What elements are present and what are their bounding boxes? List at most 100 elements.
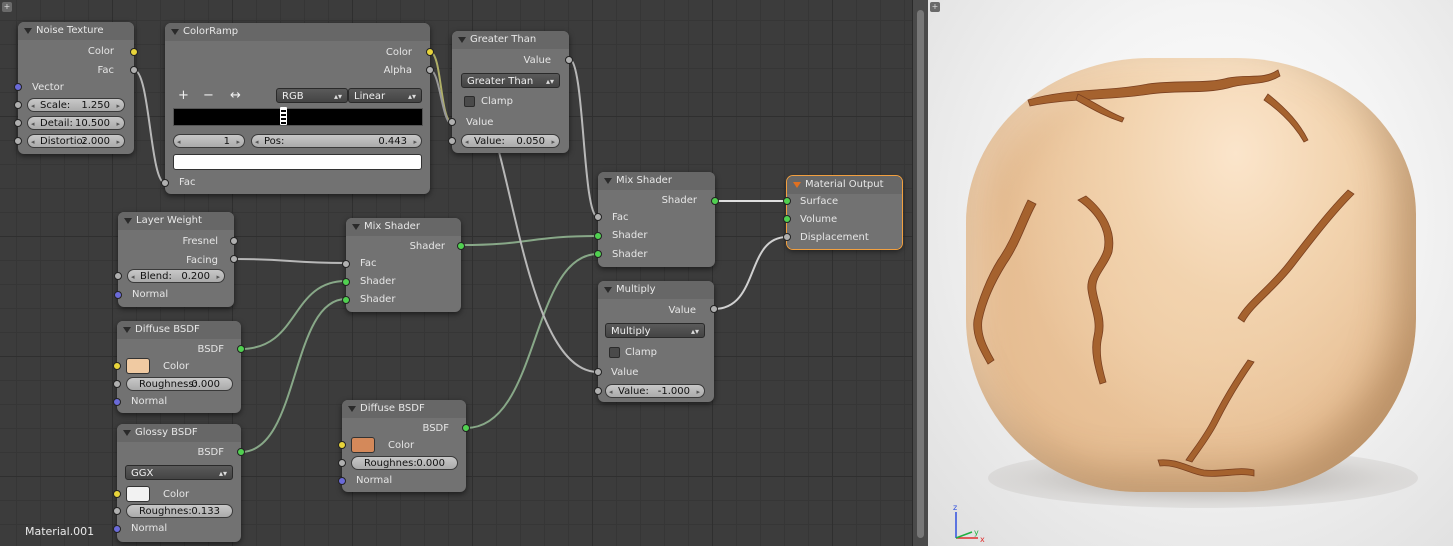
add-stop-icon[interactable]: +: [178, 89, 189, 102]
stop-color-swatch[interactable]: [173, 154, 422, 170]
distortion-socket[interactable]: [14, 137, 22, 145]
collapse-triangle-icon[interactable]: [171, 29, 179, 35]
input-value-socket[interactable]: [594, 368, 602, 376]
detail-field[interactable]: ◂ Detail: 10.500 ▸: [27, 116, 125, 130]
node-editor[interactable]: Noise Texture Color Fac Vector ◂ Scale: 1.…: [0, 0, 912, 546]
roughness-field[interactable]: Roughnes: 0.133: [126, 504, 233, 518]
collapse-triangle-icon[interactable]: [24, 28, 32, 34]
output-fac-socket[interactable]: [130, 66, 138, 74]
input-fac-socket[interactable]: [161, 179, 169, 187]
area-split-corner-icon[interactable]: +: [2, 2, 12, 12]
roughness-field[interactable]: Roughnes: 0.000: [351, 456, 458, 470]
input-fac-socket[interactable]: [594, 213, 602, 221]
node-multiply[interactable]: Multiply Value Multiply ▴▾ Clamp Value ◂ V…: [594, 281, 718, 402]
input-fac-socket[interactable]: [342, 260, 350, 268]
collapse-triangle-icon[interactable]: [348, 406, 356, 412]
input-value-socket[interactable]: [448, 118, 456, 126]
node-color-ramp[interactable]: ColorRamp Color Alpha + − ↔ RGB ▴▾ Linear…: [161, 23, 434, 194]
scale-socket[interactable]: [14, 101, 22, 109]
scrollbar-thumb[interactable]: [917, 10, 924, 538]
node-noise-texture[interactable]: Noise Texture Color Fac Vector ◂ Scale: 1.…: [14, 22, 138, 154]
roughness-socket[interactable]: [338, 459, 346, 467]
math-operation-select[interactable]: Greater Than ▴▾: [461, 73, 560, 88]
output-facing-socket[interactable]: [230, 255, 238, 263]
roughness-field[interactable]: Roughness: 0.000: [126, 377, 233, 391]
render-viewport[interactable]: + z y x: [928, 0, 1453, 546]
distortion-field[interactable]: ◂ Distortio: 2.000 ▸: [27, 134, 125, 148]
roughness-socket[interactable]: [113, 507, 121, 515]
blend-socket[interactable]: [114, 272, 122, 280]
remove-stop-icon[interactable]: −: [203, 89, 214, 102]
input-normal-socket[interactable]: [113, 525, 121, 533]
node-diffuse-bsdf-1[interactable]: Diffuse BSDF BSDF Color Roughness: 0.000 …: [113, 321, 245, 413]
node-diffuse-bsdf-2[interactable]: Diffuse BSDF BSDF Color Roughnes: 0.000 N…: [338, 400, 470, 492]
input-volume-socket[interactable]: [783, 215, 791, 223]
input-color-socket[interactable]: [113, 490, 121, 498]
color-ramp-gradient[interactable]: [173, 108, 423, 126]
output-value-socket[interactable]: [565, 56, 573, 64]
interpolation-select[interactable]: Linear ▴▾: [348, 88, 422, 103]
input-displacement-socket[interactable]: [783, 233, 791, 241]
input-shader-a-socket[interactable]: [342, 278, 350, 286]
value-socket[interactable]: [448, 137, 456, 145]
value-socket[interactable]: [594, 387, 602, 395]
node-greater-than[interactable]: Greater Than Value Greater Than ▴▾ Clamp …: [448, 31, 573, 153]
node-mix-shader-1[interactable]: Mix Shader Shader Fac Shader Shader: [342, 218, 465, 312]
color-swatch[interactable]: [351, 437, 375, 453]
input-shader-b-socket[interactable]: [342, 296, 350, 304]
input-vector-socket[interactable]: [14, 83, 22, 91]
node-material-output[interactable]: Material Output Surface Volume Displacem…: [783, 175, 903, 250]
output-alpha-socket[interactable]: [426, 66, 434, 74]
node-glossy-bsdf[interactable]: Glossy BSDF BSDF GGX ▴▾ Color Roughnes: 0.…: [113, 424, 245, 542]
color-ramp-stop-handle[interactable]: [280, 107, 287, 125]
value-field[interactable]: ◂ Value: -1.000 ▸: [605, 384, 705, 398]
output-shader-socket[interactable]: [711, 197, 719, 205]
input-normal-socket[interactable]: [113, 398, 121, 406]
color-swatch[interactable]: [126, 358, 150, 374]
input-color-socket[interactable]: [338, 441, 346, 449]
output-bsdf-socket[interactable]: [237, 448, 245, 456]
output-bsdf-socket[interactable]: [462, 424, 470, 432]
math-operation-select[interactable]: Multiply ▴▾: [605, 323, 705, 338]
input-normal-socket[interactable]: [338, 477, 346, 485]
collapse-triangle-icon[interactable]: [123, 327, 131, 333]
color-swatch[interactable]: [126, 486, 150, 502]
output-color-socket[interactable]: [426, 48, 434, 56]
value-field[interactable]: ◂ Value: 0.050 ▸: [461, 134, 560, 148]
input-shader-a-socket[interactable]: [594, 232, 602, 240]
clamp-checkbox[interactable]: [609, 347, 620, 358]
collapse-triangle-icon[interactable]: [124, 218, 132, 224]
color-mode-select[interactable]: RGB ▴▾: [276, 88, 348, 103]
stop-index-field[interactable]: ◂ 1 ▸: [173, 134, 245, 148]
node-title: Mix Shader: [364, 221, 420, 232]
input-shader-b-socket[interactable]: [594, 250, 602, 258]
input-surface-label: Surface: [800, 196, 839, 207]
output-shader-socket[interactable]: [457, 242, 465, 250]
detail-socket[interactable]: [14, 119, 22, 127]
scale-field[interactable]: ◂ Scale: 1.250 ▸: [27, 98, 125, 112]
collapse-triangle-icon[interactable]: [352, 224, 360, 230]
output-value-socket[interactable]: [710, 305, 718, 313]
node-mix-shader-2[interactable]: Mix Shader Shader Fac Shader Shader: [594, 172, 719, 267]
editor-scrollbar[interactable]: [912, 0, 928, 546]
input-normal-socket[interactable]: [114, 291, 122, 299]
collapse-triangle-icon[interactable]: [123, 430, 131, 436]
node-layer-weight[interactable]: Layer Weight Fresnel Facing ◂ Blend: 0.200…: [114, 212, 238, 307]
distribution-select[interactable]: GGX ▴▾: [125, 465, 233, 480]
output-fresnel-socket[interactable]: [230, 237, 238, 245]
output-bsdf-socket[interactable]: [237, 345, 245, 353]
stop-position-field[interactable]: ◂ Pos: 0.443 ▸: [251, 134, 422, 148]
output-color-socket[interactable]: [130, 48, 138, 56]
roughness-socket[interactable]: [113, 380, 121, 388]
flip-ramp-icon[interactable]: ↔: [230, 89, 241, 102]
clamp-label: Clamp: [625, 347, 657, 358]
input-color-socket[interactable]: [113, 362, 121, 370]
collapse-triangle-icon[interactable]: [458, 37, 466, 43]
blend-field[interactable]: ◂ Blend: 0.200 ▸: [127, 269, 225, 283]
input-surface-socket[interactable]: [783, 197, 791, 205]
clamp-checkbox[interactable]: [464, 96, 475, 107]
collapse-triangle-icon[interactable]: [604, 178, 612, 184]
collapse-triangle-icon[interactable]: [793, 182, 801, 188]
collapse-triangle-icon[interactable]: [604, 287, 612, 293]
wire-greater-to-mix2-fac: [568, 58, 599, 218]
